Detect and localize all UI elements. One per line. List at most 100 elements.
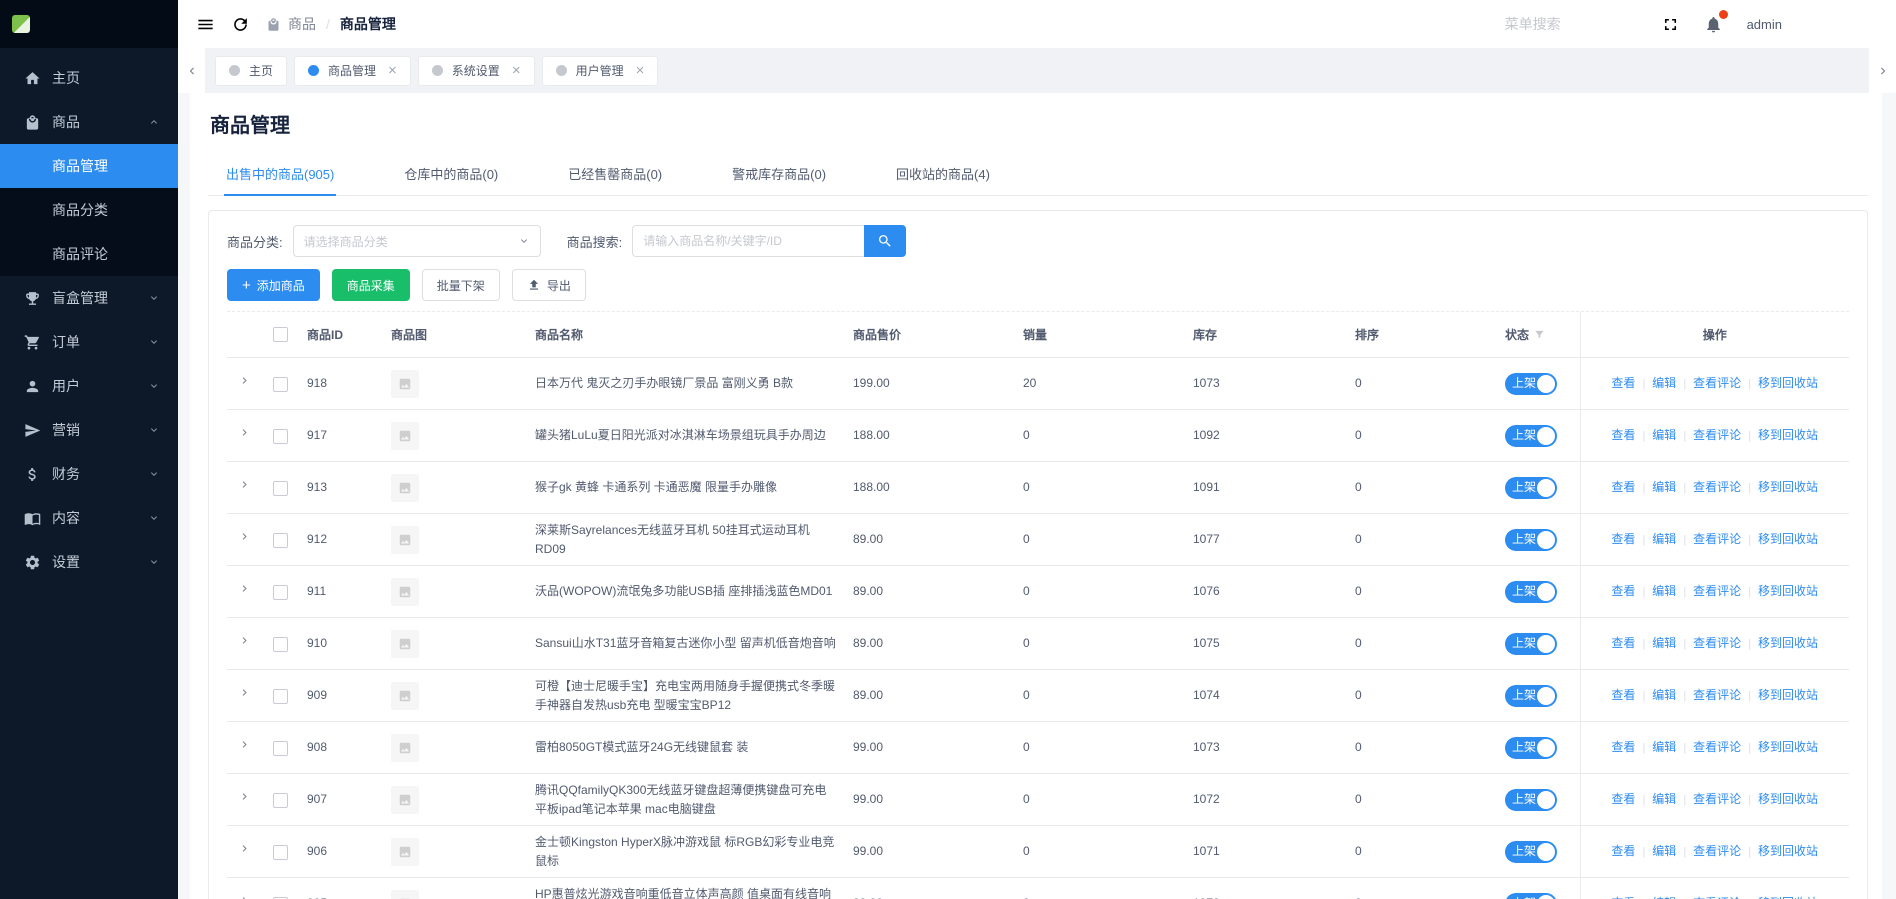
expand-row-icon[interactable] xyxy=(238,582,251,595)
hamburger-icon[interactable] xyxy=(196,15,215,34)
fullscreen-icon[interactable] xyxy=(1661,15,1680,34)
row-checkbox[interactable] xyxy=(272,376,288,392)
expand-row-icon[interactable] xyxy=(238,738,251,751)
open-tab-用户管理[interactable]: 用户管理 × xyxy=(541,55,659,86)
action-link-3[interactable]: 移到回收站 xyxy=(1758,428,1818,442)
action-link-3[interactable]: 移到回收站 xyxy=(1758,636,1818,650)
sidebar-subitem-goods-comment[interactable]: 商品评论 xyxy=(0,232,178,276)
expand-row-icon[interactable] xyxy=(238,686,251,699)
action-link-0[interactable]: 查看 xyxy=(1611,584,1635,598)
row-checkbox[interactable] xyxy=(272,480,288,496)
status-toggle[interactable]: 上架 xyxy=(1505,840,1557,863)
status-toggle[interactable]: 上架 xyxy=(1505,736,1557,759)
expand-row-icon[interactable] xyxy=(238,426,251,439)
tabstrip-scroll-right[interactable] xyxy=(1869,48,1896,93)
action-link-0[interactable]: 查看 xyxy=(1611,688,1635,702)
open-tab-商品管理[interactable]: 商品管理 × xyxy=(294,55,411,86)
user-menu[interactable]: admin xyxy=(1747,17,1782,32)
status-toggle[interactable]: 上架 xyxy=(1505,580,1557,603)
action-link-2[interactable]: 查看评论 xyxy=(1693,584,1741,598)
action-link-2[interactable]: 查看评论 xyxy=(1693,844,1741,858)
batch-offshelf-button[interactable]: 批量下架 xyxy=(421,269,500,301)
row-checkbox[interactable] xyxy=(272,636,288,652)
sidebar-subitem-goods-manage[interactable]: 商品管理 xyxy=(0,144,178,188)
status-toggle[interactable]: 上架 xyxy=(1505,788,1557,811)
action-link-0[interactable]: 查看 xyxy=(1611,636,1635,650)
status-toggle[interactable]: 上架 xyxy=(1505,684,1557,707)
page-tab-2[interactable]: 已经售罄商品(0) xyxy=(566,154,664,195)
action-link-1[interactable]: 编辑 xyxy=(1652,636,1676,650)
sidebar-item-user[interactable]: 用户 xyxy=(0,364,178,408)
close-icon[interactable]: × xyxy=(636,63,645,78)
action-link-2[interactable]: 查看评论 xyxy=(1693,792,1741,806)
action-link-2[interactable]: 查看评论 xyxy=(1693,636,1741,650)
breadcrumb-section[interactable]: 商品 xyxy=(288,14,316,34)
action-link-0[interactable]: 查看 xyxy=(1611,532,1635,546)
select-all-checkbox[interactable] xyxy=(272,327,288,343)
action-link-3[interactable]: 移到回收站 xyxy=(1758,844,1818,858)
row-checkbox[interactable] xyxy=(272,428,288,444)
close-icon[interactable]: × xyxy=(388,63,397,78)
action-link-1[interactable]: 编辑 xyxy=(1652,844,1676,858)
sidebar-item-order[interactable]: 订单 xyxy=(0,320,178,364)
open-tab-主页[interactable]: 主页 xyxy=(215,55,288,86)
action-link-3[interactable]: 移到回收站 xyxy=(1758,584,1818,598)
action-link-0[interactable]: 查看 xyxy=(1611,740,1635,754)
add-product-button[interactable]: + 添加商品 xyxy=(227,269,320,301)
sidebar-item-blindbox[interactable]: 盲盒管理 xyxy=(0,276,178,320)
action-link-3[interactable]: 移到回收站 xyxy=(1758,792,1818,806)
row-checkbox[interactable] xyxy=(272,688,288,704)
refresh-icon[interactable] xyxy=(231,15,250,34)
action-link-0[interactable]: 查看 xyxy=(1611,480,1635,494)
action-link-2[interactable]: 查看评论 xyxy=(1693,376,1741,390)
search-button[interactable] xyxy=(864,225,907,257)
action-link-3[interactable]: 移到回收站 xyxy=(1758,480,1818,494)
expand-row-icon[interactable] xyxy=(238,530,251,543)
action-link-1[interactable]: 编辑 xyxy=(1652,740,1676,754)
row-checkbox[interactable] xyxy=(272,844,288,860)
page-tab-4[interactable]: 回收站的商品(4) xyxy=(894,154,992,195)
action-link-2[interactable]: 查看评论 xyxy=(1693,532,1741,546)
sidebar-subitem-goods-category[interactable]: 商品分类 xyxy=(0,188,178,232)
action-link-0[interactable]: 查看 xyxy=(1611,844,1635,858)
collect-product-button[interactable]: 商品采集 xyxy=(331,269,410,301)
action-link-3[interactable]: 移到回收站 xyxy=(1758,688,1818,702)
expand-row-icon[interactable] xyxy=(238,894,251,899)
export-button[interactable]: 导出 xyxy=(511,269,586,301)
expand-row-icon[interactable] xyxy=(238,374,251,387)
action-link-0[interactable]: 查看 xyxy=(1611,376,1635,390)
expand-row-icon[interactable] xyxy=(238,634,251,647)
action-link-1[interactable]: 编辑 xyxy=(1652,532,1676,546)
notifications-bell[interactable] xyxy=(1704,9,1728,34)
action-link-1[interactable]: 编辑 xyxy=(1652,428,1676,442)
product-search-input[interactable] xyxy=(632,225,865,257)
page-tab-3[interactable]: 警戒库存商品(0) xyxy=(730,154,828,195)
action-link-2[interactable]: 查看评论 xyxy=(1693,740,1741,754)
action-link-1[interactable]: 编辑 xyxy=(1652,376,1676,390)
close-icon[interactable]: × xyxy=(512,63,521,78)
row-checkbox[interactable] xyxy=(272,584,288,600)
status-toggle[interactable]: 上架 xyxy=(1505,476,1557,499)
action-link-3[interactable]: 移到回收站 xyxy=(1758,532,1818,546)
tabstrip-scroll-left[interactable] xyxy=(178,48,205,93)
action-link-2[interactable]: 查看评论 xyxy=(1693,688,1741,702)
expand-row-icon[interactable] xyxy=(238,842,251,855)
action-link-1[interactable]: 编辑 xyxy=(1652,584,1676,598)
sidebar-item-goods[interactable]: 商品 xyxy=(0,100,178,144)
open-tab-系统设置[interactable]: 系统设置 × xyxy=(417,55,535,86)
row-checkbox[interactable] xyxy=(272,532,288,548)
action-link-0[interactable]: 查看 xyxy=(1611,792,1635,806)
menu-search-input[interactable] xyxy=(1504,16,1637,32)
sidebar-item-finance[interactable]: 财务 xyxy=(0,452,178,496)
status-toggle[interactable]: 上架 xyxy=(1505,892,1557,899)
status-toggle[interactable]: 上架 xyxy=(1505,372,1557,395)
action-link-3[interactable]: 移到回收站 xyxy=(1758,376,1818,390)
status-toggle[interactable]: 上架 xyxy=(1505,632,1557,655)
action-link-3[interactable]: 移到回收站 xyxy=(1758,740,1818,754)
category-select[interactable]: 请选择商品分类 xyxy=(292,225,541,257)
action-link-1[interactable]: 编辑 xyxy=(1652,688,1676,702)
row-checkbox[interactable] xyxy=(272,792,288,808)
action-link-1[interactable]: 编辑 xyxy=(1652,480,1676,494)
app-logo[interactable] xyxy=(12,15,30,33)
status-toggle[interactable]: 上架 xyxy=(1505,424,1557,447)
